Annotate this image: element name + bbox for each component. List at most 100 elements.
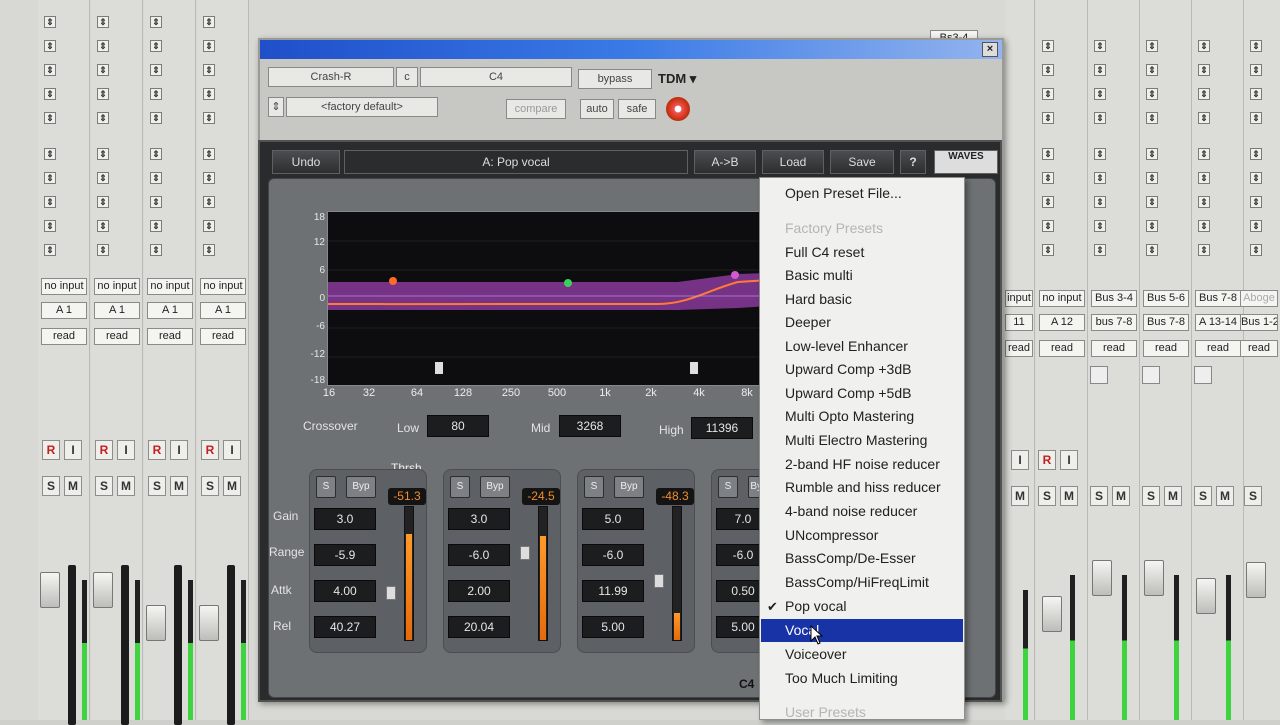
crossover-mid-value[interactable]: 3268 bbox=[559, 415, 621, 437]
band-2-thresh-slider[interactable] bbox=[520, 546, 530, 560]
band-1-gain[interactable]: 3.0 bbox=[314, 508, 376, 530]
menu-item-preset[interactable]: Rumble and hiss reducer bbox=[761, 476, 963, 499]
output-selector[interactable]: bus 7-8 bbox=[1091, 314, 1137, 331]
input-monitor-button[interactable]: I bbox=[1060, 450, 1078, 470]
insert-arrow-icon[interactable]: ⇕ bbox=[44, 88, 56, 100]
insert-arrow-icon[interactable]: ⇕ bbox=[150, 40, 162, 52]
menu-item-preset[interactable]: Basic multi bbox=[761, 264, 963, 287]
insert-arrow-icon[interactable]: ⇕ bbox=[1198, 40, 1210, 52]
band-1-handle[interactable] bbox=[389, 277, 397, 285]
insert-arrow-icon[interactable]: ⇕ bbox=[1146, 112, 1158, 124]
input-monitor-button[interactable]: I bbox=[223, 440, 241, 460]
load-button[interactable]: Load bbox=[762, 150, 824, 174]
band-3-thresh-slider[interactable] bbox=[654, 574, 664, 588]
insert-arrow-icon[interactable]: ⇕ bbox=[1094, 64, 1106, 76]
send-arrow-icon[interactable]: ⇕ bbox=[1250, 220, 1262, 232]
mute-button[interactable]: M bbox=[117, 476, 135, 496]
automation-mode[interactable]: read bbox=[1091, 340, 1137, 357]
insert-arrow-icon[interactable]: ⇕ bbox=[1250, 88, 1262, 100]
band-3-handle[interactable] bbox=[731, 271, 739, 279]
send-arrow-icon[interactable]: ⇕ bbox=[44, 220, 56, 232]
insert-arrow-icon[interactable]: ⇕ bbox=[1146, 88, 1158, 100]
insert-arrow-icon[interactable]: ⇕ bbox=[203, 112, 215, 124]
volume-fader[interactable] bbox=[1144, 560, 1164, 596]
input-selector[interactable]: no input bbox=[41, 278, 87, 295]
send-arrow-icon[interactable]: ⇕ bbox=[1146, 244, 1158, 256]
automation-mode[interactable]: read bbox=[1195, 340, 1241, 357]
menu-item-preset[interactable]: Upward Comp +3dB bbox=[761, 358, 963, 381]
preset-arrow-icon[interactable]: ⇕ bbox=[268, 97, 284, 117]
record-enable-button[interactable]: R bbox=[201, 440, 219, 460]
crossover-high-value[interactable]: 11396 bbox=[691, 417, 753, 439]
window-titlebar[interactable]: × bbox=[260, 40, 1002, 59]
output-selector[interactable]: Bus 1-2 bbox=[1240, 314, 1278, 331]
insert-arrow-icon[interactable]: ⇕ bbox=[203, 40, 215, 52]
mute-button[interactable]: M bbox=[1011, 486, 1029, 506]
input-selector[interactable]: Bus 3-4 bbox=[1091, 290, 1137, 307]
eq-graph[interactable] bbox=[327, 211, 799, 386]
insert-arrow-icon[interactable]: ⇕ bbox=[1250, 64, 1262, 76]
menu-item-preset[interactable]: 2-band HF noise reducer bbox=[761, 453, 963, 476]
insert-arrow-icon[interactable]: ⇕ bbox=[1042, 64, 1054, 76]
band-2-attack[interactable]: 2.00 bbox=[448, 580, 510, 602]
send-arrow-icon[interactable]: ⇕ bbox=[97, 220, 109, 232]
send-arrow-icon[interactable]: ⇕ bbox=[44, 172, 56, 184]
send-arrow-icon[interactable]: ⇕ bbox=[1198, 244, 1210, 256]
send-arrow-icon[interactable]: ⇕ bbox=[44, 244, 56, 256]
send-arrow-icon[interactable]: ⇕ bbox=[44, 148, 56, 160]
insert-arrow-icon[interactable]: ⇕ bbox=[1042, 112, 1054, 124]
insert-arrow-icon[interactable]: ⇕ bbox=[1198, 88, 1210, 100]
solo-button[interactable]: S bbox=[95, 476, 113, 496]
send-arrow-icon[interactable]: ⇕ bbox=[1146, 196, 1158, 208]
auto-button[interactable]: auto bbox=[580, 99, 614, 119]
send-arrow-icon[interactable]: ⇕ bbox=[1250, 244, 1262, 256]
insert-arrow-icon[interactable]: ⇕ bbox=[203, 88, 215, 100]
send-arrow-icon[interactable]: ⇕ bbox=[1042, 196, 1054, 208]
input-selector[interactable]: no input bbox=[147, 278, 193, 295]
automation-mode[interactable]: read bbox=[1240, 340, 1278, 357]
insert-arrow-icon[interactable]: ⇕ bbox=[1094, 88, 1106, 100]
send-arrow-icon[interactable]: ⇕ bbox=[1094, 220, 1106, 232]
insert-arrow-icon[interactable]: ⇕ bbox=[150, 112, 162, 124]
automation-mode[interactable]: read bbox=[1005, 340, 1033, 357]
send-arrow-icon[interactable]: ⇕ bbox=[150, 220, 162, 232]
send-arrow-icon[interactable]: ⇕ bbox=[203, 172, 215, 184]
send-arrow-icon[interactable]: ⇕ bbox=[1094, 148, 1106, 160]
menu-item-preset[interactable]: Upward Comp +5dB bbox=[761, 382, 963, 405]
insert-arrow-icon[interactable]: ⇕ bbox=[1198, 64, 1210, 76]
compare-button[interactable]: compare bbox=[506, 99, 566, 119]
mute-button[interactable]: M bbox=[223, 476, 241, 496]
solo-button[interactable]: S bbox=[1090, 486, 1108, 506]
preset-selector[interactable]: <factory default> bbox=[286, 97, 438, 117]
band-1-thresh-slider[interactable] bbox=[386, 586, 396, 600]
input-selector[interactable]: input bbox=[1005, 290, 1033, 307]
output-selector[interactable]: Bus 7-8 bbox=[1143, 314, 1189, 331]
mute-button[interactable]: M bbox=[1216, 486, 1234, 506]
insert-arrow-icon[interactable]: ⇕ bbox=[97, 112, 109, 124]
send-arrow-icon[interactable]: ⇕ bbox=[1198, 172, 1210, 184]
insert-arrow-icon[interactable]: ⇕ bbox=[1094, 112, 1106, 124]
insert-arrow-icon[interactable]: ⇕ bbox=[1094, 40, 1106, 52]
crossover-low-handle[interactable] bbox=[435, 362, 443, 374]
menu-item-preset[interactable]: BassComp/De-Esser bbox=[761, 547, 963, 570]
send-arrow-icon[interactable]: ⇕ bbox=[1250, 148, 1262, 160]
crossover-mid-handle[interactable] bbox=[690, 362, 698, 374]
input-selector[interactable]: no input bbox=[94, 278, 140, 295]
insert-arrow-icon[interactable]: ⇕ bbox=[44, 64, 56, 76]
insert-arrow-icon[interactable]: ⇕ bbox=[97, 88, 109, 100]
send-arrow-icon[interactable]: ⇕ bbox=[1146, 220, 1158, 232]
automation-mode[interactable]: read bbox=[41, 328, 87, 345]
band-2-solo-button[interactable]: S bbox=[450, 476, 470, 498]
volume-fader[interactable] bbox=[1246, 562, 1266, 598]
solo-button[interactable]: S bbox=[1038, 486, 1056, 506]
record-enable-button[interactable]: R bbox=[148, 440, 166, 460]
help-button[interactable]: ? bbox=[900, 150, 926, 174]
channel-selector[interactable]: c bbox=[396, 67, 418, 87]
send-arrow-icon[interactable]: ⇕ bbox=[1042, 172, 1054, 184]
solo-button[interactable]: S bbox=[42, 476, 60, 496]
mute-button[interactable]: M bbox=[1060, 486, 1078, 506]
menu-item-preset[interactable]: Multi Opto Mastering bbox=[761, 405, 963, 428]
menu-item-preset[interactable]: Deeper bbox=[761, 311, 963, 334]
output-selector[interactable]: A 1 bbox=[147, 302, 193, 319]
insert-arrow-icon[interactable]: ⇕ bbox=[150, 88, 162, 100]
